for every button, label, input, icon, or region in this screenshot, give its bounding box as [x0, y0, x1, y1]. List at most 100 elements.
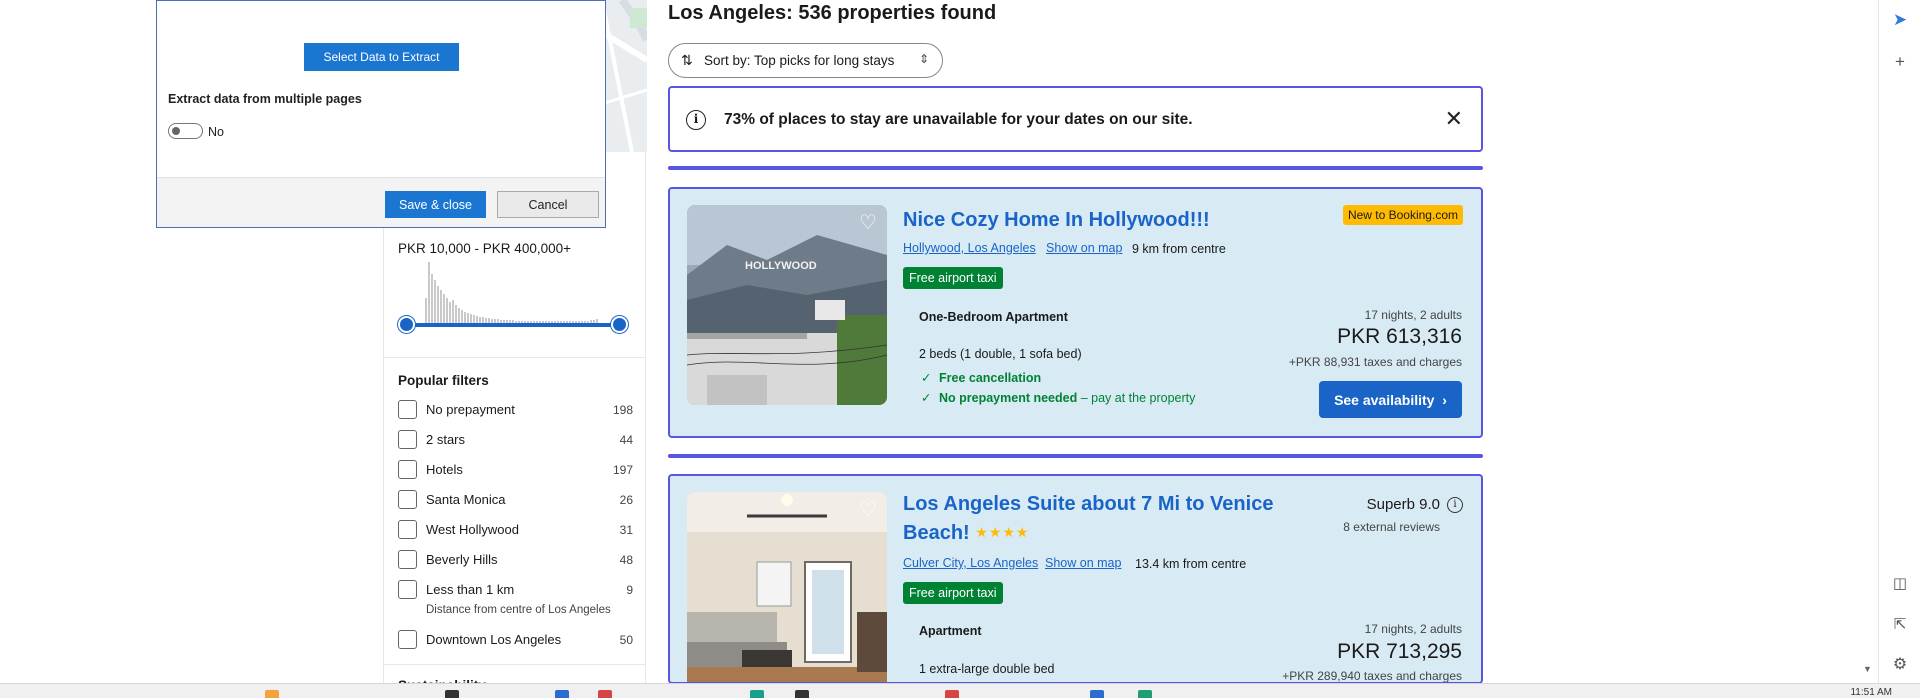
send-icon[interactable]: ➤ [1879, 10, 1920, 30]
split-view-icon[interactable]: ◫ [1879, 574, 1920, 592]
checkbox[interactable] [398, 550, 417, 569]
highlight-divider [668, 454, 1483, 458]
distance-text: 9 km from centre [1132, 242, 1226, 256]
bed-info: 1 extra-large double bed [919, 662, 1055, 676]
property-location[interactable]: Hollywood, Los Angeles [903, 241, 1036, 255]
checkbox[interactable] [398, 520, 417, 539]
property-photo[interactable]: HOLLYWOOD [687, 205, 887, 405]
info-icon: i [686, 110, 706, 130]
dialog-footer: Save & close Cancel [157, 177, 605, 227]
app-icon[interactable] [795, 690, 809, 698]
property-name[interactable]: Los Angeles Suite about 7 Mi to Venice Be… [903, 490, 1273, 547]
app-icon[interactable] [265, 690, 279, 698]
no-prepayment: ✓ No prepayment needed – pay at the prope… [921, 391, 1196, 405]
price-slider-track[interactable] [408, 323, 619, 327]
filter-hotels[interactable]: Hotels 197 [398, 459, 633, 481]
check-icon: ✓ [921, 371, 932, 385]
system-clock: 11:51 AM [1850, 687, 1892, 698]
property-location[interactable]: Culver City, Los Angeles [903, 556, 1038, 570]
app-icon[interactable] [445, 690, 459, 698]
extract-dialog: Select Data to Extract Extract data from… [156, 0, 606, 228]
notice-text: 73% of places to stay are unavailable fo… [724, 111, 1193, 128]
filter-label: Hotels [426, 462, 463, 477]
distance-text: 13.4 km from centre [1135, 557, 1247, 571]
filter-sidebar: PKR 10,000 - PKR 400,000+ Popular filter… [383, 152, 646, 698]
show-on-map-link[interactable]: Show on map [1045, 556, 1121, 570]
review-score: Superb 9.0 [1366, 496, 1440, 513]
app-icon[interactable] [1138, 690, 1152, 698]
scroll-down-arrow-icon[interactable]: ▼ [1863, 664, 1872, 674]
price: PKR 613,316 [1337, 325, 1462, 348]
app-icon[interactable] [555, 690, 569, 698]
filter-label: West Hollywood [426, 522, 519, 537]
property-name[interactable]: Nice Cozy Home In Hollywood!!! [903, 206, 1210, 234]
toggle-knob [172, 127, 180, 135]
svg-text:HOLLYWOOD: HOLLYWOOD [745, 260, 817, 272]
filter-2-stars[interactable]: 2 stars 44 [398, 429, 633, 451]
review-count: 8 external reviews [1343, 520, 1440, 534]
checkbox[interactable] [398, 400, 417, 419]
external-link-icon[interactable]: ⇱ [1879, 615, 1920, 633]
filter-count: 9 [626, 583, 633, 597]
app-icon[interactable] [750, 690, 764, 698]
filter-label: Santa Monica [426, 492, 506, 507]
filter-label: Downtown Los Angeles [426, 632, 562, 647]
highlight-divider [668, 166, 1483, 170]
filter-downtown[interactable]: Downtown Los Angeles 50 [398, 629, 633, 651]
add-icon[interactable]: + [1879, 52, 1920, 72]
app-icon[interactable] [1090, 690, 1104, 698]
filter-west-hollywood[interactable]: West Hollywood 31 [398, 519, 633, 541]
price-histogram [424, 260, 604, 323]
app-icon[interactable] [598, 690, 612, 698]
filter-no-prepayment[interactable]: No prepayment 198 [398, 399, 633, 421]
checkbox[interactable] [398, 430, 417, 449]
property-card[interactable]: ♡ Los Angeles Suite about 7 Mi to Venice… [668, 474, 1483, 684]
sort-arrows-icon: ⇅ [681, 52, 693, 68]
filter-less-than-1km[interactable]: Less than 1 km 9 [398, 579, 633, 601]
results-title: Los Angeles: 536 properties found [668, 2, 997, 24]
save-close-button[interactable]: Save & close [385, 191, 486, 218]
checkbox[interactable] [398, 630, 417, 649]
show-on-map-link[interactable]: Show on map [1046, 241, 1122, 255]
checkbox[interactable] [398, 460, 417, 479]
star-rating-icon: ★★★★ [975, 524, 1030, 540]
filter-label: 2 stars [426, 432, 466, 447]
filter-label: Beverly Hills [426, 552, 498, 567]
filter-label: No prepayment [426, 402, 515, 417]
filter-santa-monica[interactable]: Santa Monica 26 [398, 489, 633, 511]
stay-summary: 17 nights, 2 adults [1364, 308, 1462, 322]
airport-taxi-badge: Free airport taxi [903, 582, 1003, 604]
price: PKR 713,295 [1337, 640, 1462, 663]
chevron-updown-icon: ⇕ [918, 52, 929, 66]
filter-sublabel: Distance from centre of Los Angeles [426, 604, 611, 616]
checkbox[interactable] [398, 490, 417, 509]
price-max-handle[interactable] [611, 316, 628, 333]
property-card[interactable]: HOLLYWOOD ♡ Nice Cozy Home In Hollywood!… [668, 187, 1483, 438]
price-min-handle[interactable] [398, 316, 415, 333]
heart-icon[interactable]: ♡ [854, 209, 882, 237]
app-icon[interactable] [945, 690, 959, 698]
see-availability-button[interactable]: See availability › [1319, 381, 1462, 418]
filter-count: 198 [612, 403, 633, 417]
cancel-button[interactable]: Cancel [497, 191, 599, 218]
property-photo[interactable] [687, 492, 887, 682]
multi-page-toggle[interactable] [168, 123, 203, 139]
check-icon: ✓ [921, 391, 932, 405]
unit-type: Apartment [919, 624, 982, 638]
stay-summary: 17 nights, 2 adults [1364, 622, 1462, 636]
checkbox[interactable] [398, 580, 417, 599]
close-icon[interactable]: ✕ [1445, 106, 1463, 132]
select-data-button[interactable]: Select Data to Extract [304, 43, 459, 71]
filter-count: 44 [619, 433, 633, 447]
heart-icon[interactable]: ♡ [854, 496, 882, 524]
sort-dropdown[interactable]: ⇅ Sort by: Top picks for long stays ⇕ [668, 43, 943, 78]
page-scrollbar[interactable] [1858, 0, 1876, 682]
filter-label: Less than 1 km [426, 582, 515, 597]
price-range-label: PKR 10,000 - PKR 400,000+ [398, 241, 571, 256]
info-icon[interactable]: i [1447, 497, 1463, 513]
airport-taxi-badge: Free airport taxi [903, 267, 1003, 289]
gear-icon[interactable]: ⚙ [1879, 654, 1920, 674]
taxes-text: +PKR 289,940 taxes and charges [1282, 669, 1462, 683]
filter-beverly-hills[interactable]: Beverly Hills 48 [398, 549, 633, 571]
dialog-body: Select Data to Extract Extract data from… [157, 1, 605, 179]
